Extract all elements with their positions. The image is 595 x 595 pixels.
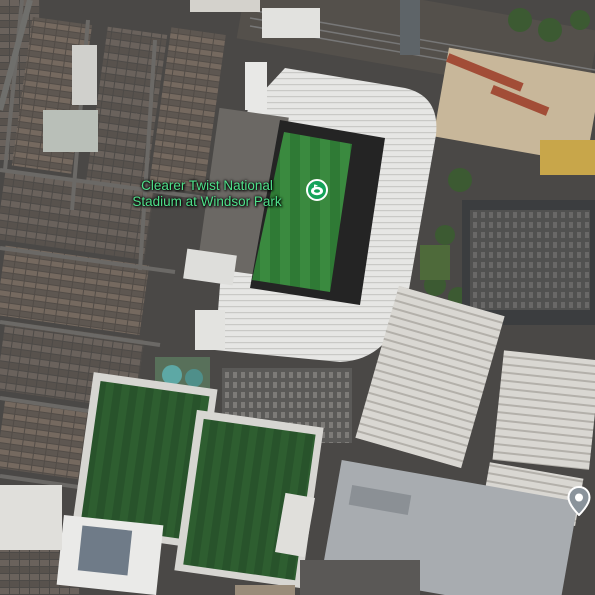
stadium-glyph-icon	[311, 184, 323, 196]
satellite-map[interactable]: Clearer Twist National Stadium at Windso…	[0, 0, 595, 595]
satellite-imagery	[0, 0, 595, 595]
stadium-icon[interactable]	[306, 179, 328, 201]
map-pin-icon[interactable]	[567, 486, 591, 516]
stadium-name-line2: Stadium at Windsor Park	[132, 194, 282, 209]
stadium-name-line1: Clearer Twist National	[141, 178, 273, 193]
stadium-label[interactable]: Clearer Twist National Stadium at Windso…	[112, 178, 302, 210]
